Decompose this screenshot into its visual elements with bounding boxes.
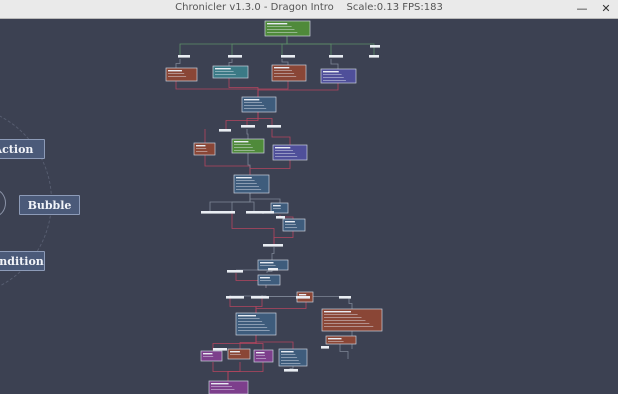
edge-label [226,296,244,299]
graph-node[interactable] [212,65,249,79]
graph-node[interactable] [227,348,251,360]
edge-label [219,211,235,214]
graph-edge [255,335,264,352]
graph-node[interactable] [193,142,216,156]
graph-node[interactable] [241,96,277,113]
graph-edge [257,83,339,97]
graph-node[interactable] [325,335,357,345]
graph-node[interactable] [320,68,357,84]
graph-edge [339,344,349,359]
graph-node[interactable] [231,138,265,154]
graph-edge [271,247,275,260]
graph-edge [255,335,294,349]
edge-label [246,211,264,214]
graph-node[interactable] [253,349,274,363]
edge-label [321,346,329,349]
graph-edge [228,59,233,66]
edge-label [276,216,285,219]
graph-edge [231,193,251,211]
edge-label [227,270,243,273]
graph-node[interactable] [282,218,306,232]
graph-node[interactable] [321,308,383,332]
graph-edge [204,155,251,177]
edge-label [241,125,255,128]
graph-edge [227,362,264,381]
window-title: Chronicler v1.3.0 - Dragon Intro Scale:0… [175,2,443,13]
edge-label [213,348,227,351]
app-window: Chronicler v1.3.0 - Dragon Intro Scale:0… [0,0,618,394]
close-icon[interactable]: ✕ [598,1,614,17]
edge-label [201,211,219,214]
graph-edge [246,112,259,125]
edge-label [329,55,343,58]
graph-edge [229,298,257,315]
graph-node[interactable] [257,274,281,286]
edge-label [370,45,380,48]
graph-edge [330,59,339,69]
graph-node[interactable] [233,174,270,194]
graph-edge [249,193,255,211]
graph-edge [273,231,294,244]
graph-edge [249,160,291,177]
edge-label [284,369,298,372]
graph-edge [257,112,273,125]
graph-node[interactable] [235,312,277,336]
graph-edge [348,298,353,309]
dialogue-graph [165,20,383,394]
graph-edge [257,81,289,97]
edge-label [281,55,295,58]
edge-label [263,244,283,247]
graph-edge [175,81,259,97]
edge-label [228,55,242,58]
edge-label [296,296,310,299]
graph-edge [231,213,275,244]
graph-node[interactable] [165,67,198,82]
edge-label [178,55,190,58]
graph-edge [228,78,259,97]
edge-label [251,296,269,299]
graph-node[interactable] [264,20,311,37]
graph-node[interactable] [208,380,249,394]
graph-canvas[interactable]: Action Bubble Condition [0,19,618,394]
edge-label [369,55,379,58]
title-bar: Chronicler v1.3.0 - Dragon Intro Scale:0… [0,0,618,19]
graph-node[interactable] [271,64,307,82]
edge-label [339,296,351,299]
graph-edge [271,129,291,145]
graph-edge [239,335,257,350]
graph-node[interactable] [200,350,223,362]
graph-edge [281,59,289,65]
minimize-icon[interactable]: — [574,1,590,17]
graph-node[interactable] [278,348,308,367]
graph-node[interactable] [272,144,308,161]
edge-label [262,211,274,214]
graph-edge [175,59,181,68]
graph-edge [212,362,229,381]
edge-label [267,125,281,128]
graph-edge [246,129,249,139]
edge-label [219,129,231,132]
edge-label [268,268,278,271]
graph-edge [255,298,263,315]
